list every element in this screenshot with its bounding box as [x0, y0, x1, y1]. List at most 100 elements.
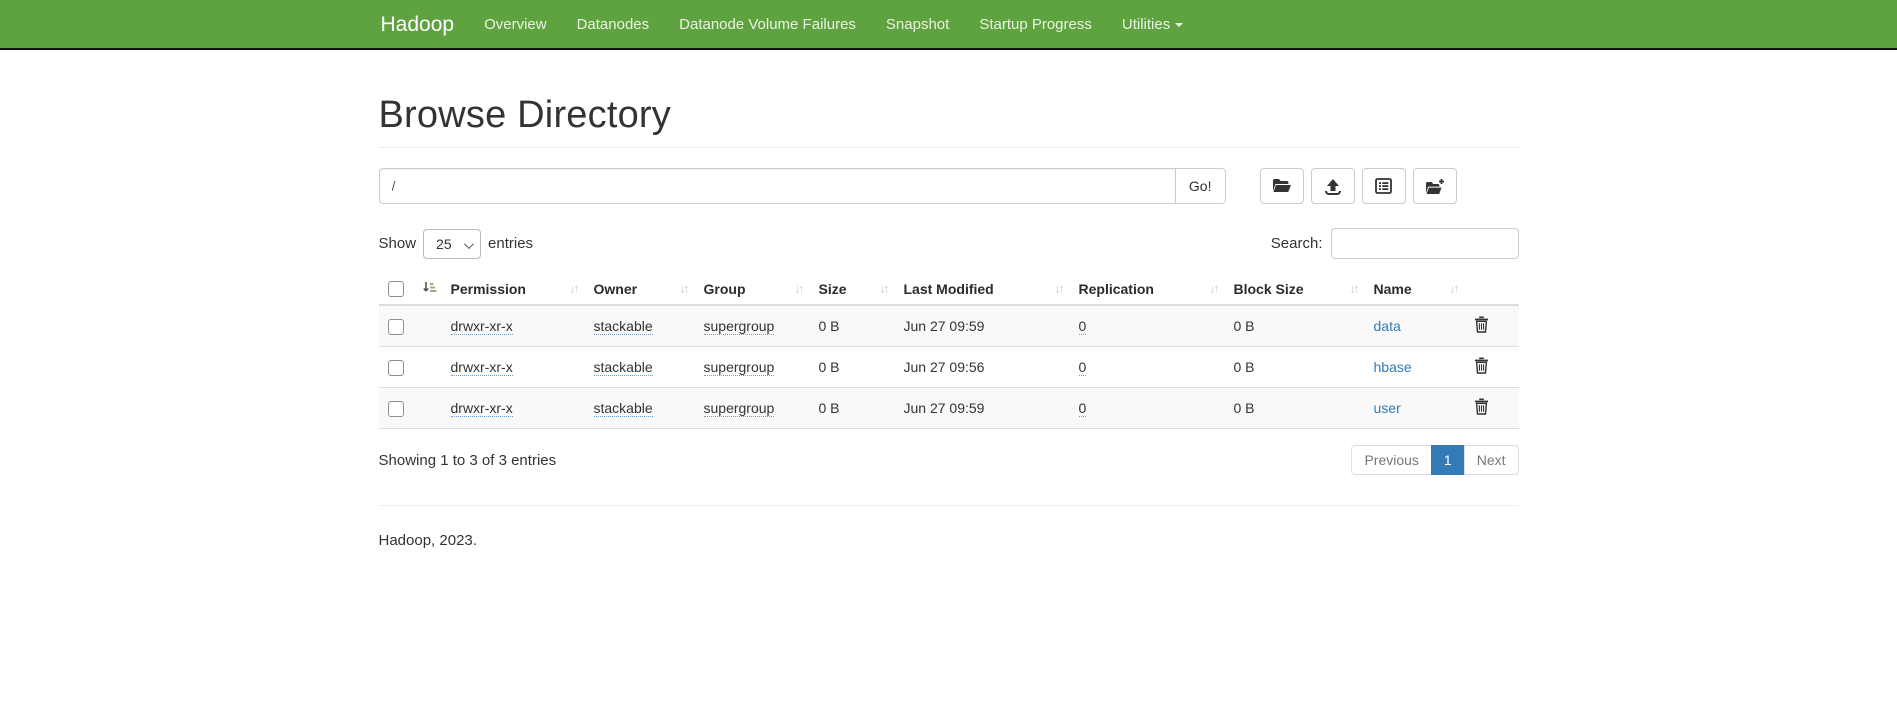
nav-datanodes[interactable]: Datanodes: [562, 16, 665, 33]
owner-value[interactable]: stackable: [594, 359, 653, 376]
page-size-value: 25: [436, 236, 452, 252]
replication-value[interactable]: 0: [1079, 359, 1087, 376]
column-header-actions: [1466, 273, 1519, 305]
entries-label: entries: [488, 235, 533, 252]
table-body: drwxr-xr-x stackable supergroup 0 B Jun …: [379, 305, 1519, 429]
nav-snapshot[interactable]: Snapshot: [871, 16, 964, 33]
list-button[interactable]: [1362, 168, 1406, 204]
row-checkbox[interactable]: [388, 319, 404, 335]
replication-value[interactable]: 0: [1079, 400, 1087, 417]
brand-hadoop[interactable]: Hadoop: [379, 0, 470, 50]
nav-datanode-volume-failures[interactable]: Datanode Volume Failures: [664, 16, 871, 33]
table-row: drwxr-xr-x stackable supergroup 0 B Jun …: [379, 347, 1519, 388]
column-header-owner[interactable]: Owner: [586, 273, 696, 305]
footer-text: Hadoop, 2023.: [379, 532, 1519, 549]
permission-value[interactable]: drwxr-xr-x: [451, 318, 513, 335]
column-header-size[interactable]: Size: [811, 273, 896, 305]
trash-icon: [1474, 321, 1489, 336]
last-modified-value: Jun 27 09:59: [904, 318, 985, 334]
column-header-block-size[interactable]: Block Size: [1226, 273, 1366, 305]
sort-icon: [1350, 281, 1358, 295]
sort-icon: [1450, 281, 1458, 295]
table-header-row: Permission Owner Group Size Last Modifie…: [379, 273, 1519, 305]
path-row: Go!: [379, 168, 1519, 204]
size-value: 0 B: [819, 359, 840, 375]
column-label: Permission: [451, 281, 526, 297]
select-all-header[interactable]: [379, 273, 443, 305]
nav-startup-progress[interactable]: Startup Progress: [964, 16, 1107, 33]
column-header-name[interactable]: Name: [1366, 273, 1466, 305]
go-button[interactable]: Go!: [1175, 168, 1226, 204]
page-size-select[interactable]: 25: [423, 229, 481, 259]
row-checkbox[interactable]: [388, 360, 404, 376]
sort-amount-asc-icon: [422, 281, 437, 298]
size-value: 0 B: [819, 318, 840, 334]
explorer-action-buttons: [1260, 168, 1457, 204]
permission-value[interactable]: drwxr-xr-x: [451, 359, 513, 376]
table-row: drwxr-xr-x stackable supergroup 0 B Jun …: [379, 305, 1519, 347]
column-header-replication[interactable]: Replication: [1071, 273, 1226, 305]
owner-value[interactable]: stackable: [594, 318, 653, 335]
sort-icon: [570, 281, 578, 295]
folder-open-icon: [1272, 178, 1292, 194]
pagination-previous[interactable]: Previous: [1351, 445, 1431, 475]
chevron-down-icon: [1175, 23, 1183, 27]
select-all-checkbox[interactable]: [388, 281, 404, 297]
path-input-group: Go!: [379, 168, 1226, 204]
table-row: drwxr-xr-x stackable supergroup 0 B Jun …: [379, 388, 1519, 429]
table-controls: Show 25 entries Search:: [379, 228, 1519, 259]
column-label: Replication: [1079, 281, 1154, 297]
sort-icon: [795, 281, 803, 295]
entries-info: Showing 1 to 3 of 3 entries: [379, 452, 557, 469]
new-folder-icon: [1425, 178, 1445, 195]
nav-links: Overview Datanodes Datanode Volume Failu…: [469, 0, 1198, 50]
sort-icon: [1210, 281, 1218, 295]
column-label: Owner: [594, 281, 638, 297]
nav-overview[interactable]: Overview: [469, 16, 562, 33]
footer-divider: [379, 505, 1519, 506]
directory-path-input[interactable]: [379, 168, 1175, 204]
block-size-value: 0 B: [1234, 318, 1255, 334]
upload-icon: [1324, 178, 1342, 195]
upload-file-button[interactable]: [1311, 168, 1355, 204]
directory-link[interactable]: data: [1374, 318, 1401, 334]
open-directory-button[interactable]: [1260, 168, 1304, 204]
column-header-last-modified[interactable]: Last Modified: [896, 273, 1071, 305]
group-value[interactable]: supergroup: [704, 400, 775, 417]
group-value[interactable]: supergroup: [704, 318, 775, 335]
table-footer: Showing 1 to 3 of 3 entries Previous 1 N…: [379, 445, 1519, 475]
page-title: Browse Directory: [379, 94, 1519, 137]
directory-table: Permission Owner Group Size Last Modifie…: [379, 273, 1519, 429]
last-modified-value: Jun 27 09:56: [904, 359, 985, 375]
column-label: Size: [819, 281, 847, 297]
delete-button[interactable]: [1474, 398, 1489, 418]
nav-utilities-label: Utilities: [1122, 16, 1170, 33]
pagination-next[interactable]: Next: [1464, 445, 1519, 475]
group-value[interactable]: supergroup: [704, 359, 775, 376]
row-checkbox[interactable]: [388, 401, 404, 417]
sort-icon: [880, 281, 888, 295]
column-label: Block Size: [1234, 281, 1304, 297]
trash-icon: [1474, 362, 1489, 377]
create-directory-button[interactable]: [1413, 168, 1457, 204]
column-header-group[interactable]: Group: [696, 273, 811, 305]
top-navbar: Hadoop Overview Datanodes Datanode Volum…: [0, 0, 1897, 50]
delete-button[interactable]: [1474, 357, 1489, 377]
directory-link[interactable]: hbase: [1374, 359, 1412, 375]
replication-value[interactable]: 0: [1079, 318, 1087, 335]
pagination: Previous 1 Next: [1351, 445, 1518, 475]
directory-link[interactable]: user: [1374, 400, 1401, 416]
search-input[interactable]: [1331, 228, 1519, 259]
pagination-page-1[interactable]: 1: [1431, 445, 1465, 475]
search-label: Search:: [1271, 235, 1323, 252]
column-header-permission[interactable]: Permission: [443, 273, 586, 305]
permission-value[interactable]: drwxr-xr-x: [451, 400, 513, 417]
column-label: Group: [704, 281, 746, 297]
delete-button[interactable]: [1474, 316, 1489, 336]
column-label: Name: [1374, 281, 1412, 297]
sort-icon: [1055, 281, 1063, 295]
owner-value[interactable]: stackable: [594, 400, 653, 417]
block-size-value: 0 B: [1234, 359, 1255, 375]
nav-utilities-dropdown[interactable]: Utilities: [1107, 16, 1198, 33]
list-icon: [1375, 178, 1392, 194]
